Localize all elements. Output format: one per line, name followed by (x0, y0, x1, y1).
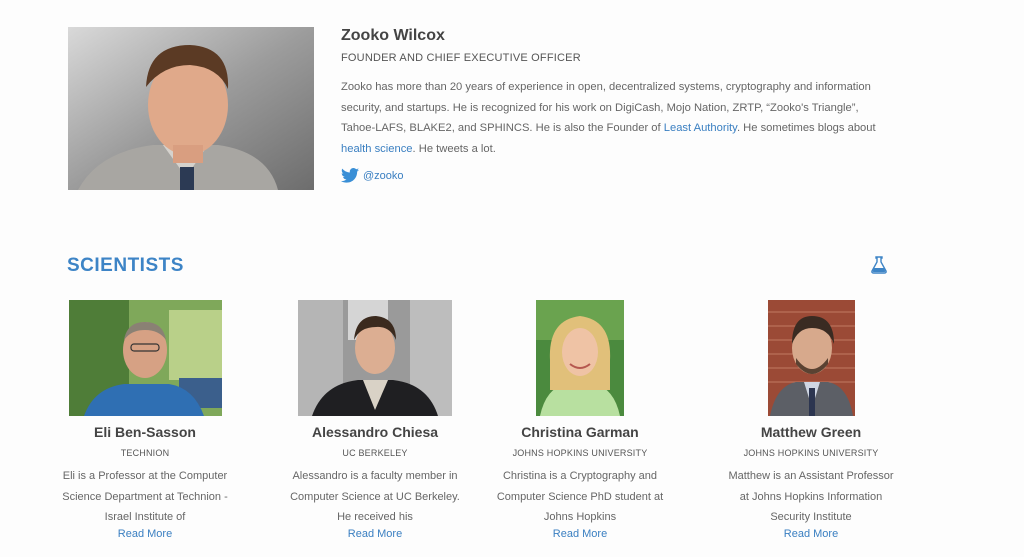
scientist-bio: Eli is a Professor at the Computer Scien… (62, 470, 228, 523)
founder-bio-text: . He sometimes blogs about (736, 122, 876, 134)
founder-photo (68, 27, 314, 190)
scientist-card: Alessandro Chiesa UC BERKELEY Alessandro… (290, 300, 460, 540)
twitter-handle-link[interactable]: @zooko (363, 170, 404, 182)
twitter-icon[interactable] (341, 168, 359, 183)
least-authority-link[interactable]: Least Authority (664, 122, 737, 134)
read-more-link[interactable]: Read More (290, 528, 460, 540)
scientist-photo (298, 300, 452, 416)
founder-profile: Zooko Wilcox FOUNDER AND CHIEF EXECUTIVE… (68, 27, 898, 197)
scientist-bio: Christina is a Cryptography and Computer… (496, 470, 664, 523)
scientist-photo (68, 300, 222, 416)
founder-title: FOUNDER AND CHIEF EXECUTIVE OFFICER (341, 52, 581, 64)
scientist-card: Christina Garman JOHNS HOPKINS UNIVERSIT… (495, 300, 665, 540)
scientist-photo-image (298, 300, 452, 416)
founder-name: Zooko Wilcox (341, 27, 445, 44)
read-more-link[interactable]: Read More (726, 528, 896, 540)
scientist-card: Eli Ben-Sasson TECHNION Eli is a Profess… (60, 300, 230, 540)
scientist-photo (536, 300, 624, 416)
scientist-name: Eli Ben-Sasson (94, 424, 196, 440)
scientist-bio: Alessandro is a faculty member in Comput… (290, 470, 460, 523)
scientist-affiliation: JOHNS HOPKINS UNIVERSITY (512, 448, 648, 458)
scientist-name: Matthew Green (760, 424, 862, 440)
scientist-affiliation: UC BERKELEY (342, 448, 408, 458)
read-more-link[interactable]: Read More (495, 528, 665, 540)
scientist-name: Christina Garman (521, 424, 639, 440)
scientist-affiliation: JOHNS HOPKINS UNIVERSITY (743, 448, 879, 458)
flask-icon (871, 256, 887, 274)
scientist-bio: Matthew is an Assistant Professor at Joh… (728, 470, 894, 523)
twitter-link-row: @zooko (341, 168, 901, 183)
scientist-photo-image (68, 300, 222, 416)
scientist-photo-image (536, 300, 624, 416)
founder-portrait-image (68, 27, 314, 190)
scientist-photo (767, 300, 855, 416)
founder-bio-text: . He tweets a lot. (412, 142, 496, 155)
read-more-link[interactable]: Read More (60, 528, 230, 540)
founder-info: Zooko Wilcox FOUNDER AND CHIEF EXECUTIVE… (341, 27, 901, 183)
founder-bio: Zooko has more than 20 years of experien… (341, 77, 886, 159)
health-science-link[interactable]: health science (341, 143, 413, 155)
scientist-name: Alessandro Chiesa (311, 424, 439, 440)
scientist-affiliation: TECHNION (120, 448, 170, 458)
scientists-heading: SCIENTISTS (67, 255, 184, 276)
scientist-card: Matthew Green JOHNS HOPKINS UNIVERSITY M… (726, 300, 896, 540)
scientist-photo-image (767, 300, 855, 416)
